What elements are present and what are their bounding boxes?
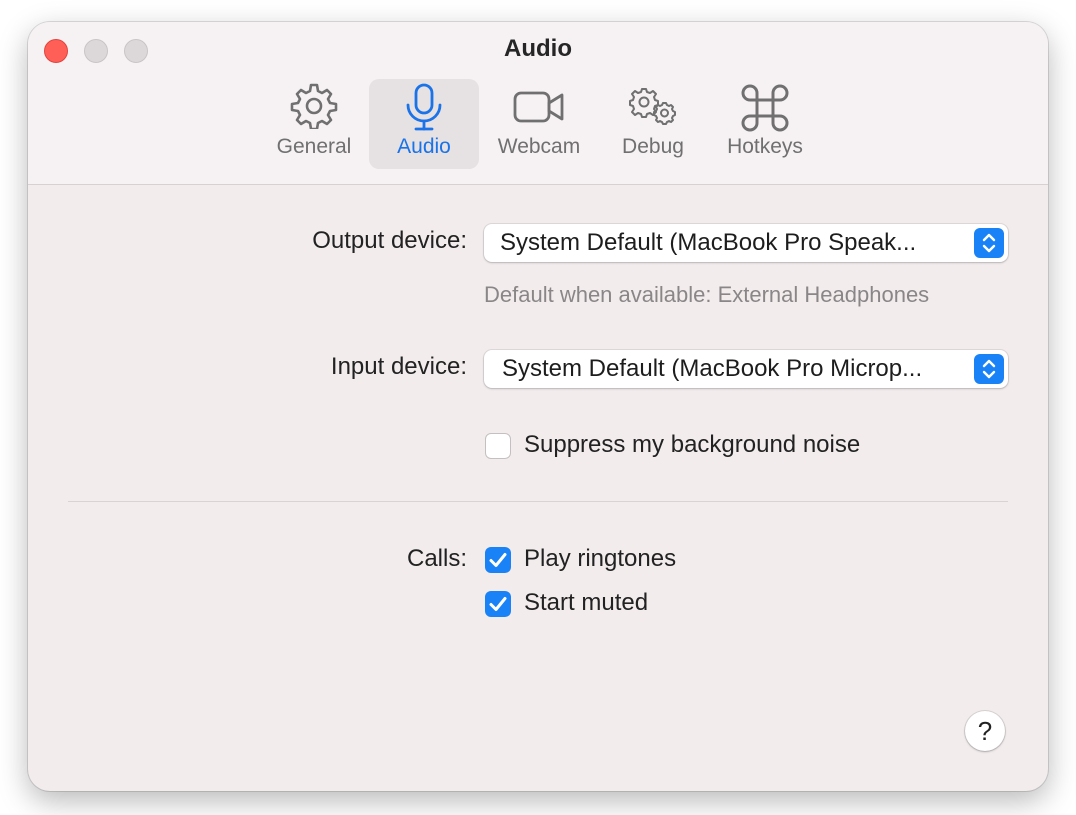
tab-debug[interactable]: Debug [607,79,699,169]
checkmark-icon [489,597,507,611]
output-device-hint: Default when available: External Headpho… [484,282,930,307]
video-camera-icon [512,83,566,134]
divider [68,501,1008,502]
checkmark-icon [489,553,507,567]
output-device-value: System Default (MacBook Pro Speak... [500,229,917,256]
start-muted-label[interactable]: Start muted [524,589,648,617]
tab-audio-label: Audio [397,135,451,158]
input-device-popup[interactable]: System Default (MacBook Pro Microp... [484,350,1008,388]
input-device-label: Input device: [330,353,467,380]
tab-audio[interactable]: Audio [369,79,479,169]
suppress-noise-checkbox[interactable] [485,433,511,459]
start-muted-checkbox[interactable] [485,591,511,617]
input-device-value: System Default (MacBook Pro Microp... [502,355,923,382]
preferences-window: Audio General Audio Webcam Debug Hotkeys… [28,22,1048,791]
help-button[interactable]: ? [965,711,1005,751]
command-key-icon [739,83,791,138]
up-down-chevron-icon [974,228,1004,258]
tab-webcam-label: Webcam [497,135,581,158]
tab-general-label: General [276,135,352,158]
calls-label: Calls: [406,545,467,572]
output-device-popup[interactable]: System Default (MacBook Pro Speak... [484,224,1008,262]
tab-hotkeys[interactable]: Hotkeys [714,79,816,169]
window-title: Audio [504,35,572,62]
play-ringtones-label[interactable]: Play ringtones [524,545,676,573]
gears-icon [627,83,679,134]
tab-debug-label: Debug [622,135,684,158]
tab-general[interactable]: General [266,79,362,169]
tab-webcam[interactable]: Webcam [486,79,592,169]
play-ringtones-checkbox[interactable] [485,547,511,573]
up-down-chevron-icon [974,354,1004,384]
microphone-icon [404,83,444,138]
tab-hotkeys-label: Hotkeys [727,135,803,158]
suppress-noise-label[interactable]: Suppress my background noise [524,431,860,459]
gear-icon [289,83,339,134]
toolbar: Audio General Audio Webcam Debug Hotkeys [28,22,1048,185]
output-device-label: Output device: [312,227,467,254]
